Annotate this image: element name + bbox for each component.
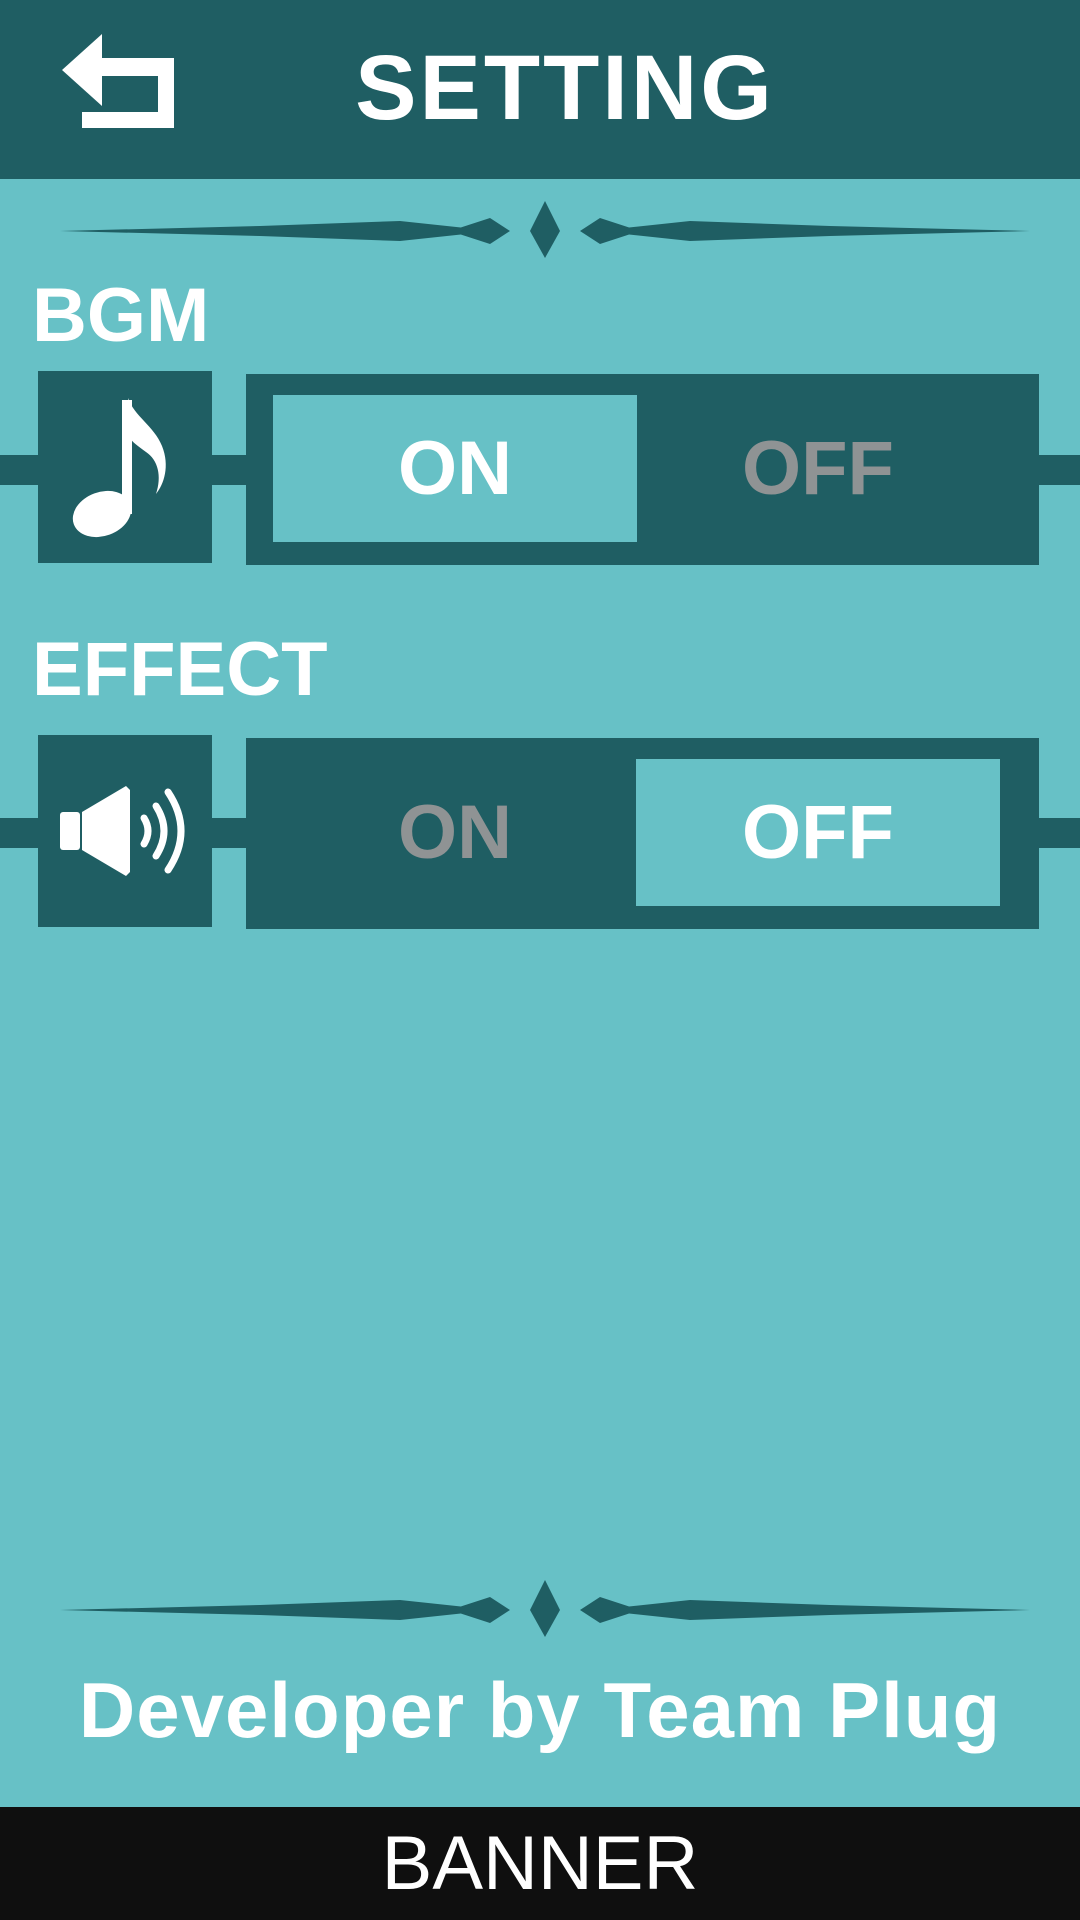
bgm-connector-right xyxy=(1036,455,1080,485)
effect-toggle: ON OFF xyxy=(246,738,1039,929)
page-title: SETTING xyxy=(355,37,775,139)
effect-connector-left xyxy=(0,818,40,848)
divider-ornament-top xyxy=(60,201,1030,258)
effect-icon-box xyxy=(38,735,212,927)
music-note-icon xyxy=(72,398,166,538)
effect-off-button[interactable]: OFF xyxy=(636,759,1000,906)
effect-label: EFFECT xyxy=(32,627,328,712)
effect-connector-mid xyxy=(210,818,250,848)
ad-banner[interactable]: BANNER xyxy=(0,1807,1080,1920)
header-bar: SETTING xyxy=(0,0,1080,179)
divider-ornament-bottom xyxy=(60,1580,1030,1637)
effect-connector-right xyxy=(1036,818,1080,848)
bgm-label: BGM xyxy=(32,273,210,358)
effect-on-button[interactable]: ON xyxy=(273,759,637,906)
developer-credit: Developer by Team Plug xyxy=(78,1666,1002,1754)
speaker-icon xyxy=(60,786,185,876)
bgm-toggle: ON OFF xyxy=(246,374,1039,565)
bgm-connector-mid xyxy=(210,455,250,485)
bgm-on-button[interactable]: ON xyxy=(273,395,637,542)
bgm-icon-box xyxy=(38,371,212,563)
bgm-connector-left xyxy=(0,455,40,485)
bgm-off-button[interactable]: OFF xyxy=(636,395,1000,542)
